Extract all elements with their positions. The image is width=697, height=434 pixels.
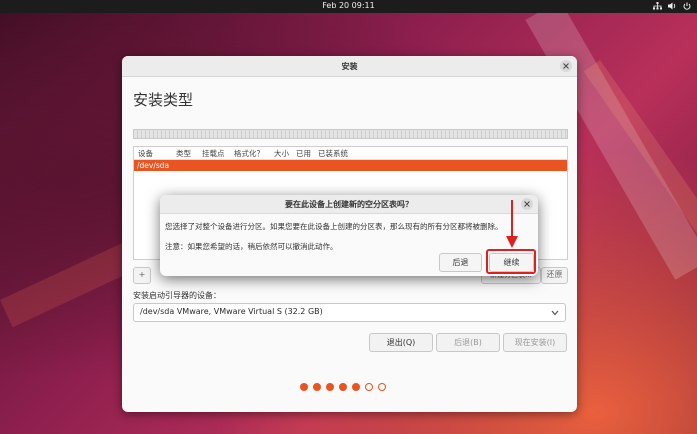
window-close-button[interactable] bbox=[560, 60, 572, 72]
progress-dot-done bbox=[300, 383, 308, 391]
close-icon bbox=[524, 200, 530, 209]
progress-dot-todo bbox=[378, 383, 386, 391]
confirm-dialog: 要在此设备上创建新的空分区表吗？ 您选择了对整个设备进行分区。如果您要在此设备上… bbox=[160, 195, 538, 276]
column-header[interactable]: 挂载点 bbox=[198, 148, 230, 159]
add-partition-button[interactable]: + bbox=[133, 267, 151, 284]
clock[interactable]: Feb 20 09:11 bbox=[0, 1, 697, 10]
column-header[interactable]: 已用 bbox=[292, 148, 314, 159]
network-icon bbox=[653, 2, 662, 10]
progress-dot-done bbox=[326, 383, 334, 391]
volume-icon bbox=[668, 2, 677, 10]
progress-dot-done bbox=[339, 383, 347, 391]
top-bar: Feb 20 09:11 bbox=[0, 0, 697, 13]
boot-device-select[interactable]: /dev/sda VMware, VMware Virtual S (32.2 … bbox=[133, 303, 566, 322]
column-header[interactable]: 已装系统 bbox=[314, 148, 368, 159]
chevron-down-icon bbox=[551, 309, 559, 318]
install-now-button[interactable]: 现在安装(I) bbox=[503, 333, 567, 352]
column-header[interactable]: 类型 bbox=[172, 148, 198, 159]
progress-dot-todo bbox=[365, 383, 373, 391]
dialog-back-button[interactable]: 后退 bbox=[439, 253, 482, 272]
arrow-annotation-icon bbox=[505, 200, 519, 252]
table-header: 设备 类型 挂载点 格式化？ 大小 已用 已装系统 bbox=[134, 147, 567, 160]
power-icon bbox=[683, 2, 691, 10]
progress-dots bbox=[300, 383, 386, 391]
progress-dot-done bbox=[352, 383, 360, 391]
revert-button[interactable]: 还原 bbox=[541, 267, 568, 284]
continue-highlight-box bbox=[486, 249, 536, 274]
dialog-title: 要在此设备上创建新的空分区表吗？ bbox=[285, 200, 413, 209]
close-icon bbox=[563, 62, 569, 71]
window-titlebar[interactable]: 安装 bbox=[122, 56, 577, 77]
device-cell: /dev/sda bbox=[137, 161, 170, 170]
dialog-close-button[interactable] bbox=[521, 198, 533, 210]
table-row[interactable]: /dev/sda bbox=[134, 160, 567, 171]
partition-bar bbox=[133, 129, 568, 139]
back-button[interactable]: 后退(B) bbox=[436, 333, 500, 352]
dialog-message: 您选择了对整个设备进行分区。如果您要在此设备上创建的分区表，那么现有的所有分区都… bbox=[165, 222, 503, 231]
column-header[interactable]: 格式化？ bbox=[230, 148, 270, 159]
progress-dot-done bbox=[313, 383, 321, 391]
column-header[interactable]: 设备 bbox=[134, 148, 172, 159]
page-title: 安装类型 bbox=[133, 91, 194, 109]
quit-button[interactable]: 退出(Q) bbox=[369, 333, 433, 352]
window-title: 安装 bbox=[341, 62, 358, 71]
boot-device-value: /dev/sda VMware, VMware Virtual S (32.2 … bbox=[140, 307, 323, 316]
boot-loader-label: 安装启动引导器的设备： bbox=[133, 291, 221, 300]
dialog-note: 注意：如果您希望的话，稍后依然可以撤消此动作。 bbox=[165, 242, 338, 251]
column-header[interactable]: 大小 bbox=[270, 148, 292, 159]
dialog-titlebar[interactable]: 要在此设备上创建新的空分区表吗？ bbox=[160, 195, 538, 214]
system-tray[interactable] bbox=[653, 2, 691, 10]
